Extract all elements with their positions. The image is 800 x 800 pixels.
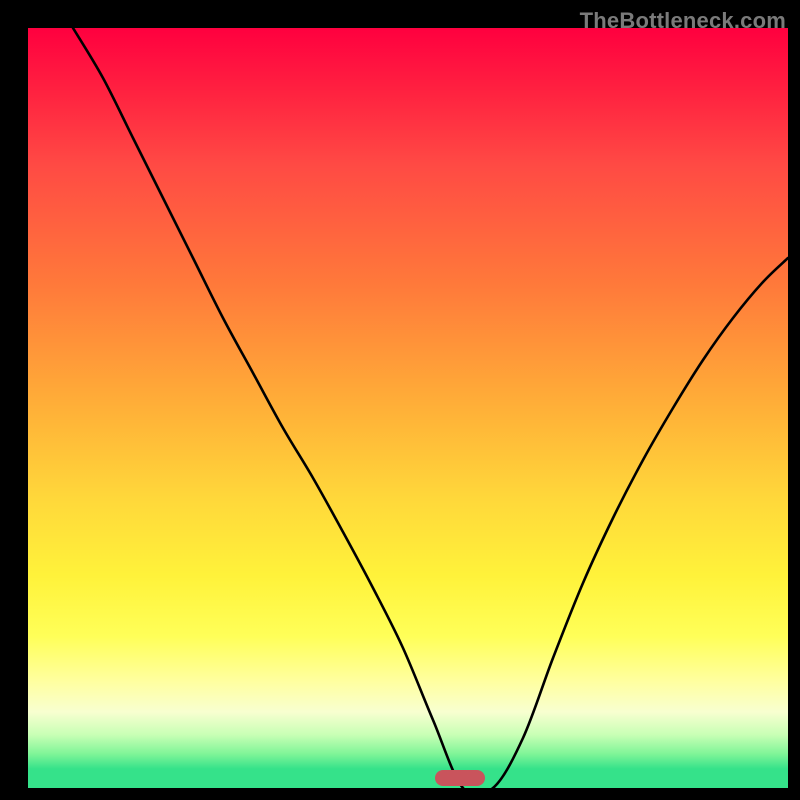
bottleneck-curve [28, 28, 788, 788]
plot-area [28, 28, 788, 788]
optimal-marker [435, 770, 485, 786]
chart-frame: TheBottleneck.com [8, 8, 792, 792]
